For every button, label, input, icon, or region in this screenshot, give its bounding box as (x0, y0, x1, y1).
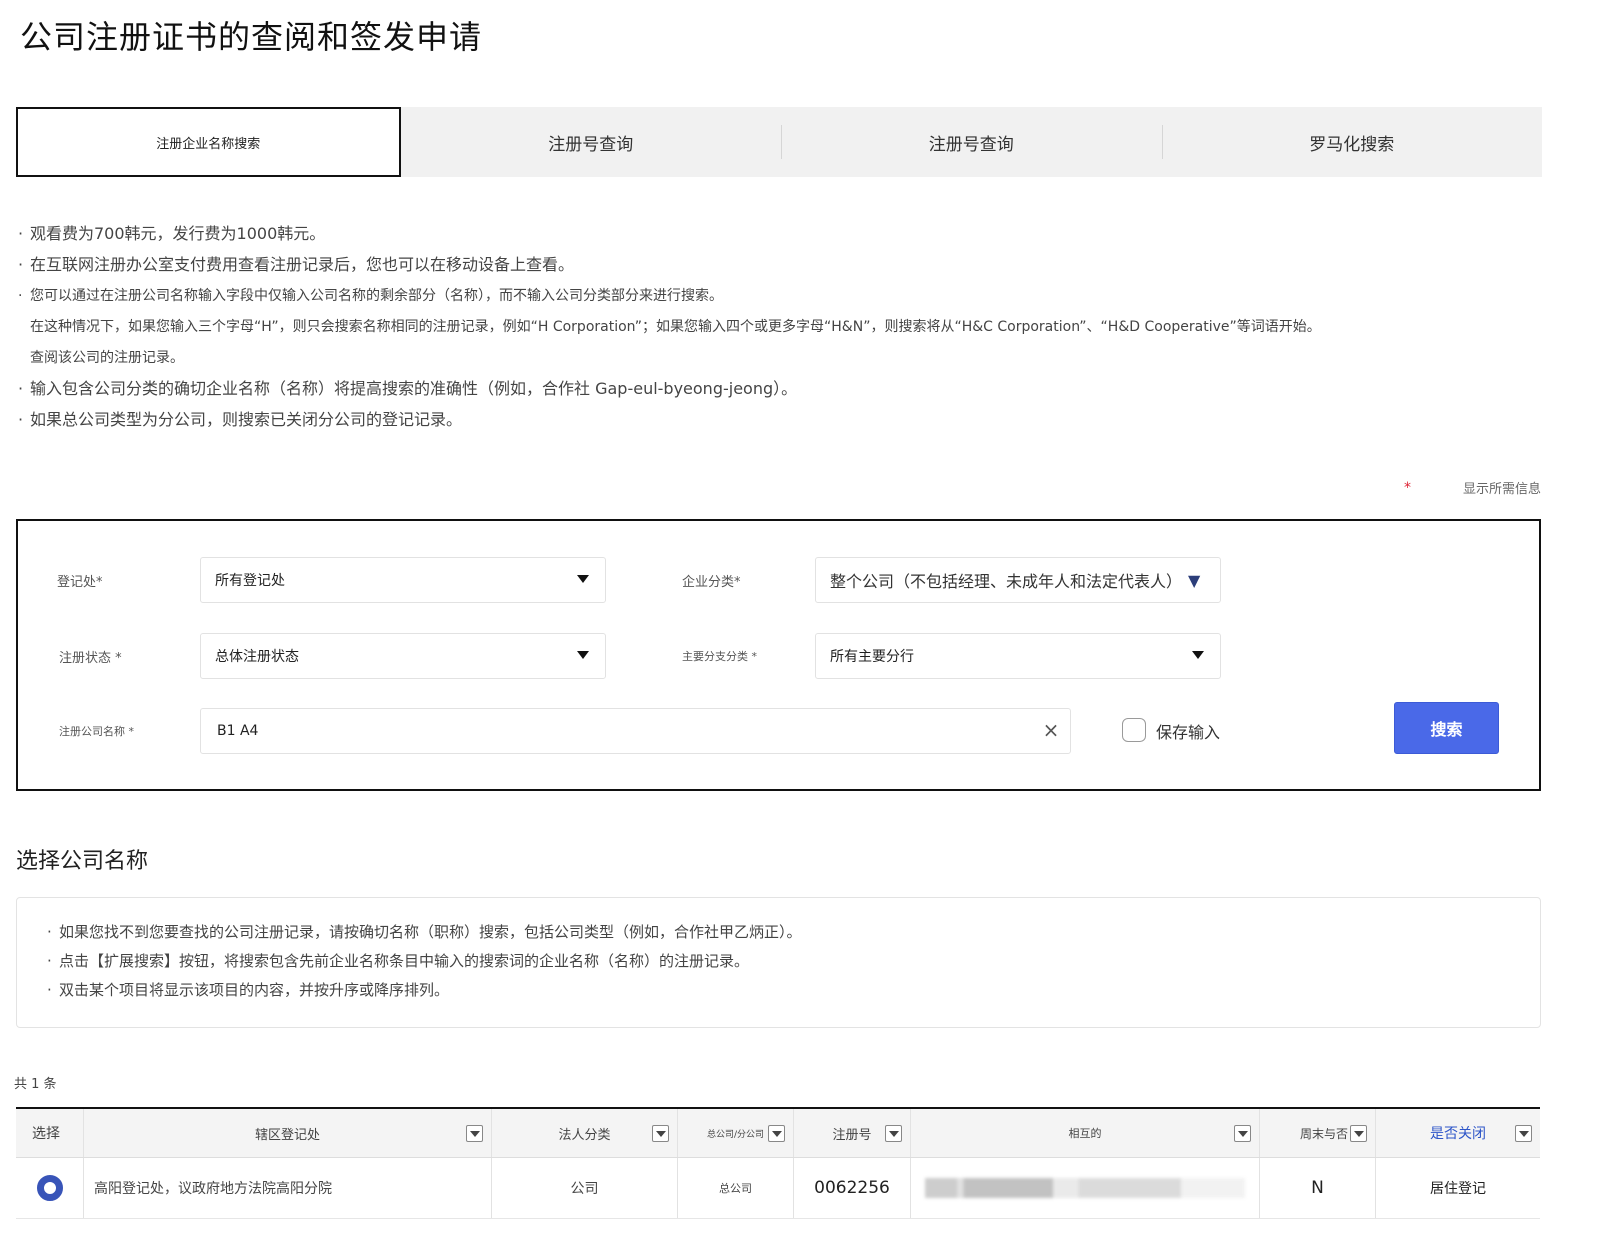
col-reg-no[interactable]: 注册号 (794, 1109, 911, 1157)
sort-dropdown-icon[interactable] (1515, 1125, 1532, 1142)
table-header: 选择 辖区登记处 法人分类 总公司/分公司 注册号 相互的 周末与否 是否关闭 (16, 1109, 1540, 1158)
col-weekend-label: 周末与否 (1300, 1126, 1349, 1141)
sort-dropdown-icon[interactable] (466, 1125, 483, 1142)
company-name-label: 注册公司名称 * (59, 725, 134, 738)
row-closed-text: 居住登记 (1430, 1181, 1486, 1197)
col-mutual[interactable]: 相互的 (911, 1109, 1260, 1157)
tab-registration-number[interactable]: 注册号查询 (401, 107, 782, 177)
registry-label: 登记处* (57, 575, 103, 590)
company-type-select[interactable]: 整个公司（不包括经理、未成年人和法定代表人） ▼ (815, 557, 1221, 603)
results-table: 选择 辖区登记处 法人分类 总公司/分公司 注册号 相互的 周末与否 是否关闭 … (16, 1107, 1540, 1219)
sort-dropdown-icon[interactable] (768, 1125, 785, 1142)
chevron-down-icon (577, 575, 589, 583)
col-corp-type-label: 法人分类 (558, 1127, 611, 1143)
table-row[interactable]: 高阳登记处，议政府地方法院高阳分院 公司 总公司 0062256 N 居住登记 (16, 1158, 1540, 1219)
company-type-value: 整个公司（不包括经理、未成年人和法定代表人） (830, 572, 1183, 591)
note-fee: 观看费为700韩元，发行费为1000韩元。 (18, 222, 1538, 253)
info-double-click-sort: 双击某个项目将显示该项目的内容，并按升序或降序排列。 (47, 978, 1540, 1007)
note-branch: 如果总公司类型为分公司，则搜索已关闭分公司的登记记录。 (18, 408, 1538, 439)
status-select[interactable]: 总体注册状态 (200, 633, 606, 679)
row-closed: 居住登记 (1376, 1158, 1540, 1218)
col-hq-branch[interactable]: 总公司/分公司 (678, 1109, 794, 1157)
search-mode-tabs: 注册企业名称搜索 注册号查询 注册号查询 罗马化搜索 (16, 107, 1542, 177)
row-mutual (911, 1158, 1260, 1218)
tab-company-name-search[interactable]: 注册企业名称搜索 (16, 107, 401, 177)
note-partial-name: 您可以通过在注册公司名称输入字段中仅输入公司名称的剩余部分（名称），而不输入公司… (18, 284, 1538, 315)
tab-romanized-search[interactable]: 罗马化搜索 (1161, 107, 1543, 177)
row-registry-text: 高阳登记处，议政府地方法院高阳分院 (94, 1181, 332, 1197)
sort-dropdown-icon[interactable] (885, 1125, 902, 1142)
tab-registration-number-2[interactable]: 注册号查询 (781, 107, 1162, 177)
branch-select[interactable]: 所有主要分行 (815, 633, 1221, 679)
required-info-note: * 显示所需信息 (1403, 478, 1541, 498)
note-mobile: 在互联网注册办公室支付费用查看注册记录后，您也可以在移动设备上查看。 (18, 253, 1538, 284)
col-closed[interactable]: 是否关闭 (1376, 1109, 1540, 1157)
row-reg-no-text: 0062256 (814, 1178, 890, 1198)
col-corp-type[interactable]: 法人分类 (492, 1109, 678, 1157)
company-name-input[interactable] (200, 708, 1071, 754)
row-select-cell[interactable] (16, 1158, 84, 1218)
redacted-mutual-value (925, 1178, 1245, 1198)
branch-value: 所有主要分行 (830, 649, 914, 665)
sort-dropdown-icon[interactable] (1350, 1125, 1367, 1142)
save-input-checkbox[interactable] (1122, 718, 1146, 742)
col-mutual-label: 相互的 (1068, 1127, 1102, 1140)
note-partial-name-cont: 查阅该公司的注册记录。 (30, 350, 184, 366)
note-partial-name-example: 在这种情况下，如果您输入三个字母“H”，则只会搜索名称相同的注册记录，例如“H … (30, 319, 1321, 335)
info-extended-search: 点击【扩展搜索】按钮，将搜索包含先前企业名称条目中输入的搜索词的企业名称（名称）… (47, 949, 1540, 978)
clear-icon[interactable]: × (1040, 719, 1062, 741)
save-input-label[interactable]: 保存输入 (1156, 719, 1220, 743)
search-form: 登记处* 所有登记处 企业分类* 整个公司（不包括经理、未成年人和法定代表人） … (16, 519, 1541, 791)
page-title: 公司注册证书的查阅和签发申请 (20, 18, 483, 56)
row-reg-no: 0062256 (794, 1158, 911, 1218)
select-company-title: 选择公司名称 (16, 849, 149, 874)
row-hq-branch-text: 总公司 (719, 1182, 752, 1195)
sort-dropdown-icon[interactable] (1234, 1125, 1251, 1142)
col-weekend[interactable]: 周末与否 (1260, 1109, 1376, 1157)
sort-dropdown-icon[interactable] (652, 1125, 669, 1142)
triangle-down-icon: ▼ (1188, 570, 1201, 590)
info-exact-name: 如果您找不到您要查找的公司注册记录，请按确切名称（职称）搜索，包括公司类型（例如… (47, 920, 1540, 949)
status-value: 总体注册状态 (215, 649, 299, 665)
company-type-label: 企业分类* (682, 575, 741, 590)
row-radio[interactable] (36, 1175, 63, 1201)
select-info-box: 如果您找不到您要查找的公司注册记录，请按确切名称（职称）搜索，包括公司类型（例如… (16, 897, 1541, 1028)
col-select-label: 选择 (32, 1126, 60, 1142)
col-registry-label: 辖区登记处 (254, 1127, 320, 1143)
required-star: * (1403, 479, 1411, 496)
registry-value: 所有登记处 (215, 573, 285, 589)
status-label: 注册状态 * (59, 651, 122, 666)
branch-label: 主要分支分类 * (682, 650, 757, 663)
row-registry: 高阳登记处，议政府地方法院高阳分院 (84, 1158, 492, 1218)
col-select: 选择 (16, 1109, 84, 1157)
note-accuracy: 输入包含公司分类的确切企业名称（名称）将提高搜索的准确性（例如，合作社 Gap-… (18, 377, 1538, 408)
row-weekend: N (1260, 1158, 1376, 1218)
row-corp-type: 公司 (492, 1158, 678, 1218)
search-button[interactable]: 搜索 (1394, 702, 1499, 754)
required-info-text: 显示所需信息 (1462, 482, 1541, 497)
col-reg-no-label: 注册号 (832, 1127, 872, 1143)
row-corp-type-text: 公司 (570, 1181, 599, 1197)
col-hq-branch-label: 总公司/分公司 (706, 1129, 765, 1140)
row-hq-branch: 总公司 (678, 1158, 794, 1218)
chevron-down-icon (1192, 651, 1204, 659)
result-count: 共 1 条 (14, 1077, 57, 1092)
col-registry[interactable]: 辖区登记处 (84, 1109, 492, 1157)
chevron-down-icon (577, 651, 589, 659)
row-weekend-text: N (1311, 1178, 1324, 1198)
registry-select[interactable]: 所有登记处 (200, 557, 606, 603)
col-closed-label: 是否关闭 (1430, 1126, 1486, 1142)
notes-list: 观看费为700韩元，发行费为1000韩元。 在互联网注册办公室支付费用查看注册记… (18, 222, 1538, 439)
